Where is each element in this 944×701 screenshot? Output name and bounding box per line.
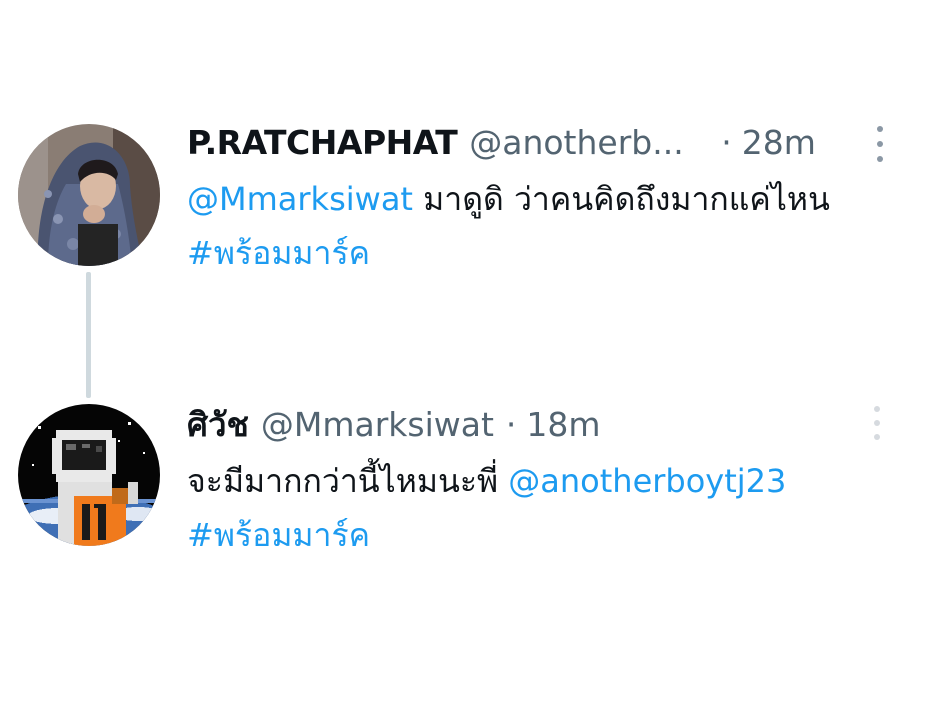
hashtag-link[interactable]: #พร้อมมาร์ค [187,234,370,272]
separator-dot: · [505,404,517,444]
timestamp[interactable]: 28m [742,123,816,162]
user-handle[interactable]: @anotherb... [469,123,709,162]
avatar[interactable] [18,124,160,266]
tweet-text-content: จะมีมากกว่านี้ไหมนะพี่ [187,462,509,500]
display-name[interactable]: P.RATCHAPHAT [187,123,458,162]
hashtag-link[interactable]: #พร้อมมาร์ค [187,516,370,554]
tweet-thread: P.RATCHAPHAT @anotherb... · 28m @Mmarksi… [0,0,944,701]
avatar[interactable] [18,404,160,546]
tweet-header: P.RATCHAPHAT @anotherb... · 28m [187,118,816,166]
timestamp[interactable]: 18m [526,405,600,444]
tweet-header: ศิวัช @Mmarksiwat · 18m [187,400,601,448]
more-dot [874,406,880,412]
tweet-text: จะมีมากกว่านี้ไหมนะพี่ @anotherboytj23 #พ… [187,454,887,562]
display-name[interactable]: ศิวัช [187,398,249,451]
astronaut-avatar-icon [18,404,160,546]
more-dot [877,141,883,147]
more-dot [874,420,880,426]
more-dot [874,434,880,440]
mention-link[interactable]: @anotherboytj23 [508,462,786,500]
profile-photo-icon [18,124,160,266]
user-handle[interactable]: @Mmarksiwat [261,405,494,444]
mention-link[interactable]: @Mmarksiwat [187,180,413,218]
tweet-text-content: มาดูดิ ว่าคนคิดถึงมากแค่ไหน [412,180,830,218]
more-options-icon[interactable] [873,406,881,440]
more-dot [877,126,883,132]
more-dot [877,156,883,162]
more-options-icon[interactable] [876,126,884,162]
separator-dot: · [721,122,732,162]
tweet-text: @Mmarksiwat มาดูดิ ว่าคนคิดถึงมากแค่ไหน … [187,172,877,280]
thread-connector-line [86,272,91,398]
